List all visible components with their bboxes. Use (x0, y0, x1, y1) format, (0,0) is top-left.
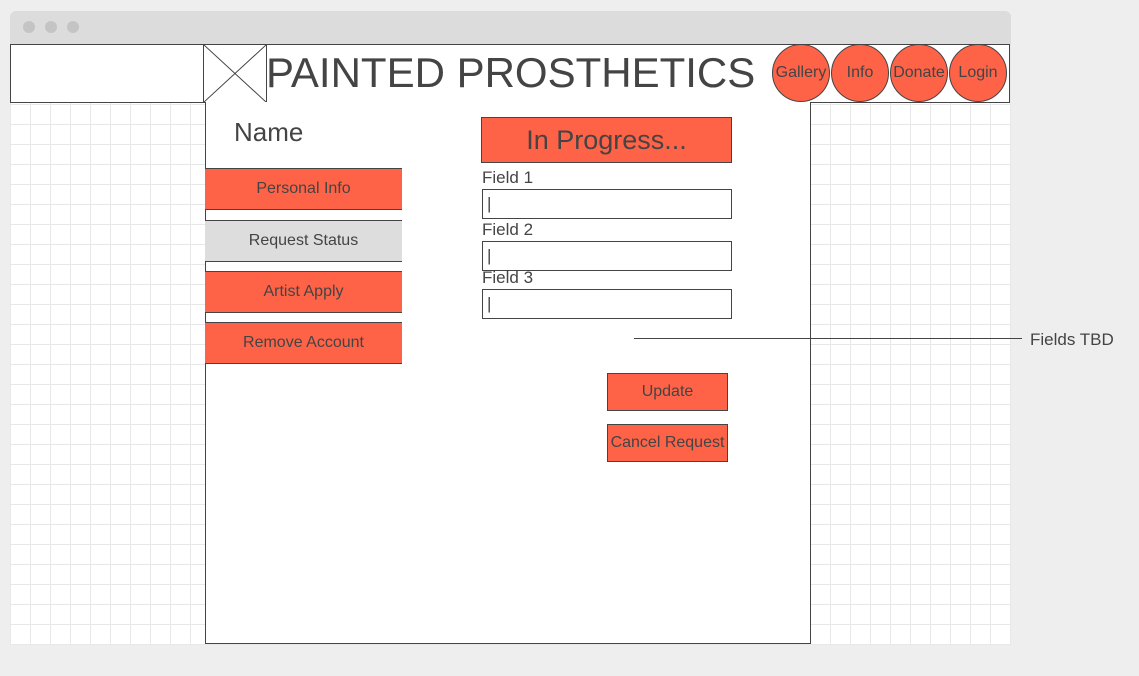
update-button[interactable]: Update (607, 373, 728, 411)
site-title: PAINTED PROSTHETICS (266, 49, 756, 96)
request-status-badge: In Progress... (481, 117, 732, 163)
user-name-heading: Name (234, 117, 304, 147)
image-placeholder-icon (203, 44, 267, 103)
cancel-request-button[interactable]: Cancel Request (607, 424, 728, 462)
field-2-input[interactable] (482, 241, 732, 271)
annotation-connector-line (634, 338, 1022, 339)
field-3-label: Field 3 (482, 268, 534, 287)
nav-donate-button[interactable]: Donate (890, 44, 948, 102)
sidebar-item-artist-apply[interactable]: Artist Apply (205, 271, 402, 313)
browser-window-chrome (10, 11, 1011, 44)
fields-tbd-annotation: Fields TBD (1030, 330, 1114, 349)
field-3-input[interactable] (482, 289, 732, 319)
nav-login-button[interactable]: Login (949, 44, 1007, 102)
sidebar-item-personal-info[interactable]: Personal Info (205, 168, 402, 210)
window-close-dot[interactable] (23, 21, 35, 33)
sidebar-item-request-status[interactable]: Request Status (205, 220, 402, 262)
sidebar-item-remove-account[interactable]: Remove Account (205, 322, 402, 364)
nav-gallery-button[interactable]: Gallery (772, 44, 830, 102)
field-2-label: Field 2 (482, 220, 534, 239)
window-maximize-dot[interactable] (67, 21, 79, 33)
window-minimize-dot[interactable] (45, 21, 57, 33)
nav-info-button[interactable]: Info (831, 44, 889, 102)
logo-image-placeholder (203, 44, 267, 103)
field-1-label: Field 1 (482, 168, 534, 187)
field-1-input[interactable] (482, 189, 732, 219)
